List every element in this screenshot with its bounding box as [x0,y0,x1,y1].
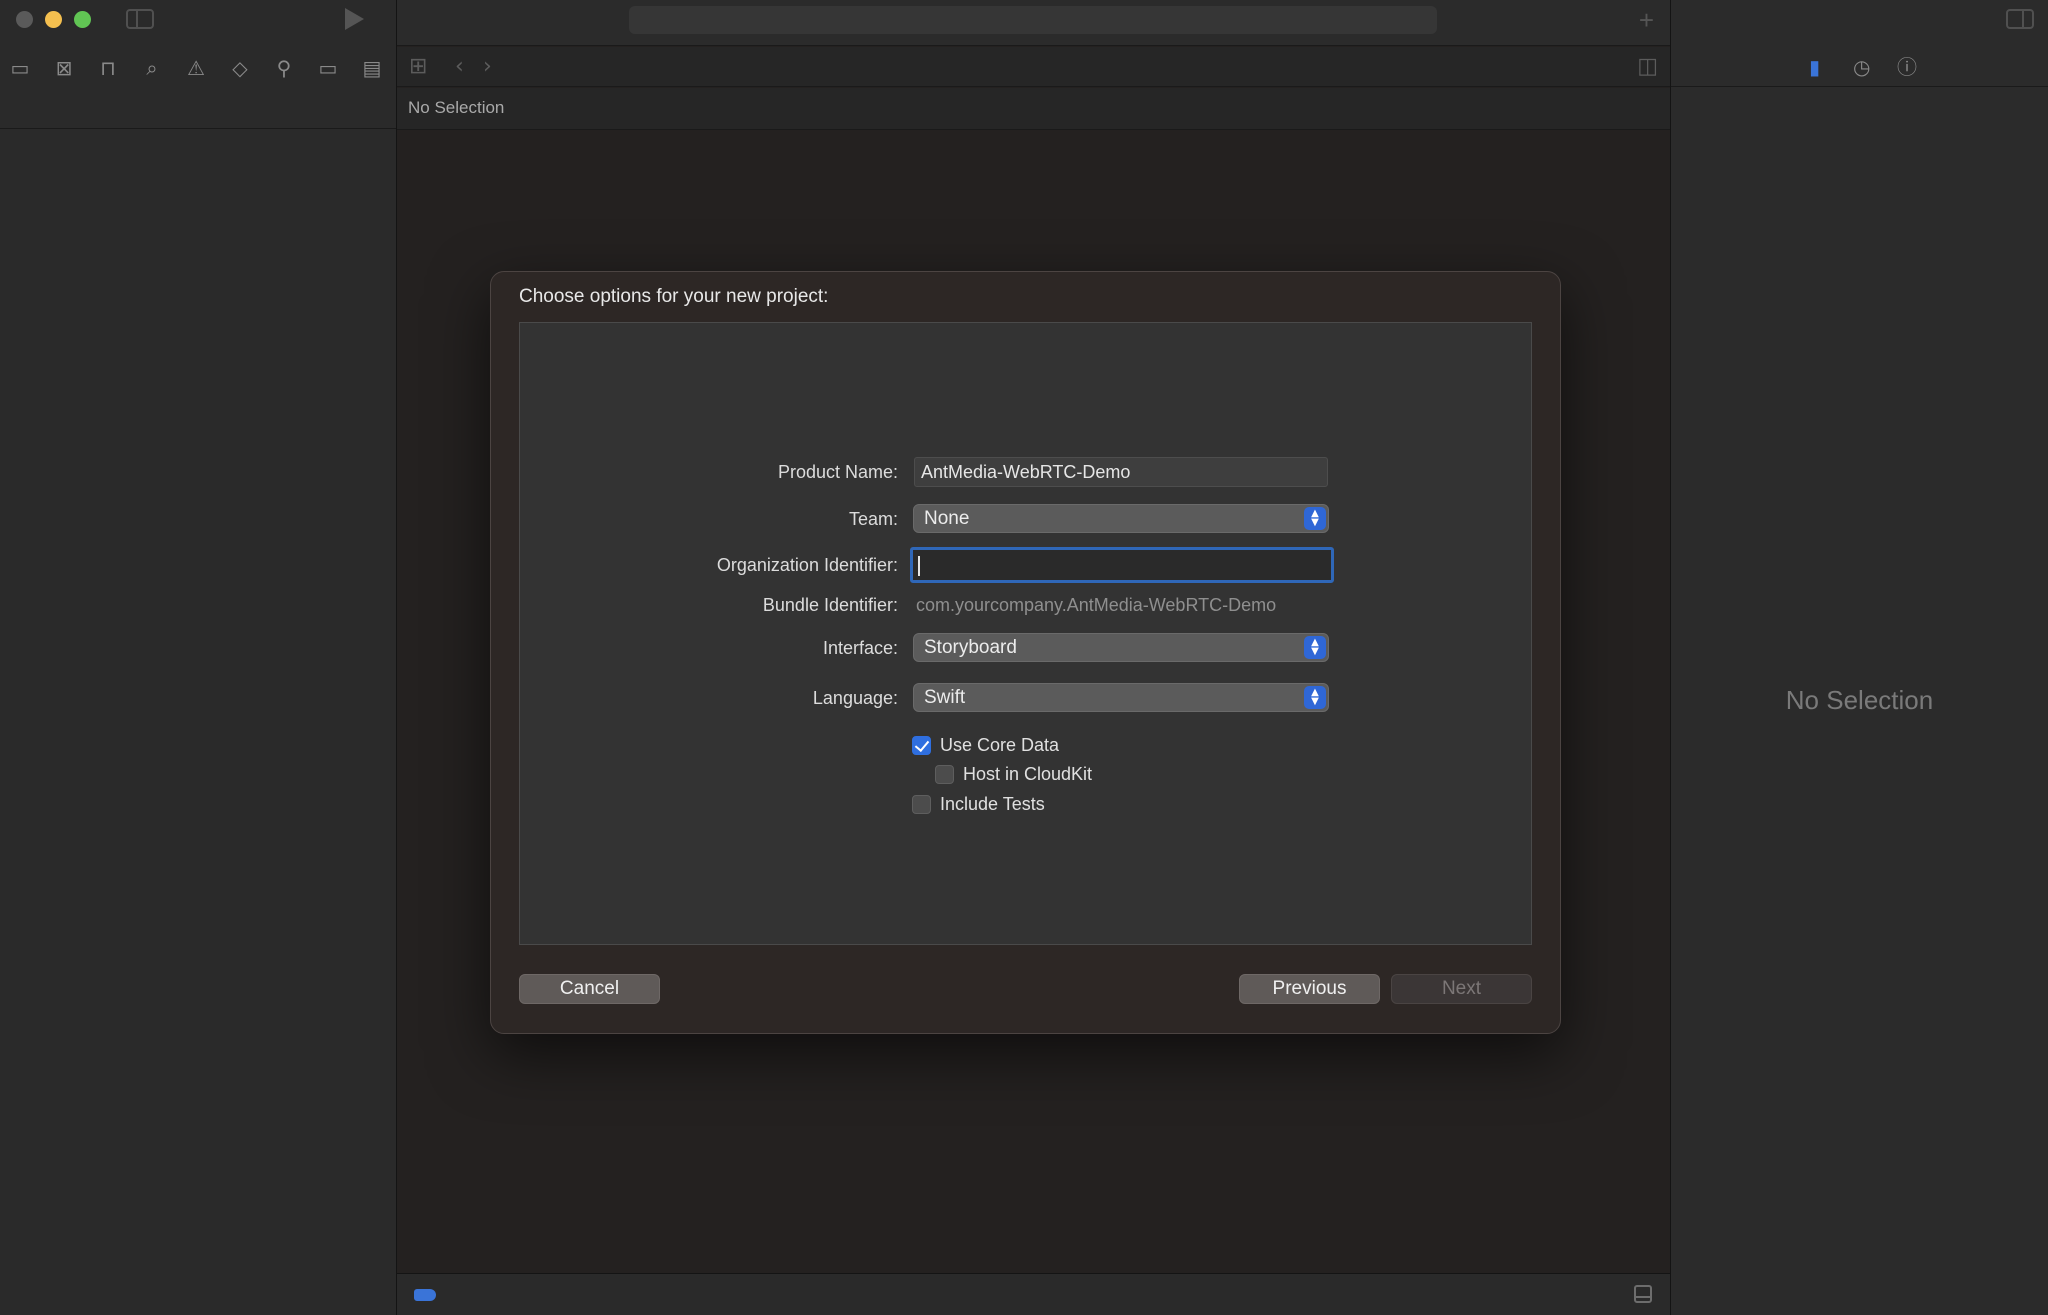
team-popup[interactable]: None ▲ ▼ [913,504,1329,533]
interface-popup-value: Storyboard [924,637,1017,658]
related-items-icon[interactable]: ⊞ [409,51,427,83]
next-button[interactable]: Next [1391,974,1532,1004]
team-popup-value: None [924,508,970,529]
source-control-icon[interactable]: ⊠ [50,52,78,84]
use-core-data-label: Use Core Data [940,735,1060,755]
jump-bar: No Selection [397,88,1670,130]
language-label: Language: [812,688,898,708]
add-icon[interactable]: + [1639,6,1654,34]
interface-popup[interactable]: Storyboard ▲ ▼ [913,633,1329,662]
inspector-pane: ▮ ◷ ⓘ No Selection [1670,0,2048,1315]
console-toggle-icon[interactable] [1634,1285,1652,1303]
checkbox-unchecked-icon[interactable] [935,765,954,784]
window-titlebar [0,0,396,46]
team-label: Team: [848,509,898,529]
include-tests-label: Include Tests [940,794,1045,814]
file-inspector-icon[interactable]: ▮ [1809,54,1820,80]
symbol-icon[interactable]: ⊓ [94,52,122,84]
bundle-identifier-value: com.yourcompany.AntMedia-WebRTC-Demo [916,595,1277,615]
previous-button[interactable]: Previous [1239,974,1380,1004]
inspector-divider [1671,86,2048,87]
warning-icon[interactable]: ⚠ [182,52,210,84]
new-project-options-dialog: Choose options for your new project: Pro… [490,271,1561,1034]
product-name-field[interactable]: AntMedia-WebRTC-Demo [914,457,1328,487]
toolbar: + [397,0,1670,46]
run-icon[interactable] [345,8,364,30]
inspector-empty-label: No Selection [1785,685,1934,715]
checkbox-checked-icon[interactable] [912,736,931,755]
inspector-toggle-icon[interactable] [2006,9,2034,29]
interface-label: Interface: [822,638,898,658]
host-in-cloudkit-label: Host in CloudKit [963,764,1093,784]
bundle-identifier-label: Bundle Identifier: [762,595,898,615]
split-editor-icon[interactable]: ◫ [1637,51,1658,83]
maximize-window-button[interactable] [74,11,91,28]
filter-icon[interactable] [414,1289,436,1301]
report-icon[interactable]: ▤ [358,52,386,84]
checkbox-unchecked-icon[interactable] [912,795,931,814]
forward-icon[interactable]: › [483,51,492,83]
help-icon[interactable]: ⓘ [1897,54,1917,80]
debug-icon[interactable]: ⚲ [270,52,298,84]
cancel-button[interactable]: Cancel [519,974,660,1004]
folder-icon[interactable]: ▭ [6,52,34,84]
search-icon[interactable]: ⌕ [138,52,166,84]
breakpoint-icon[interactable]: ▭ [314,52,342,84]
organization-identifier-label: Organization Identifier: [716,555,898,575]
test-icon[interactable]: ◇ [226,52,254,84]
text-caret [918,556,920,576]
sidebar-toggle-icon[interactable] [126,9,154,29]
dialog-title: Choose options for your new project: [519,286,829,307]
debug-bar [397,1273,1670,1315]
language-popup-value: Swift [924,687,966,708]
product-name-label: Product Name: [777,462,898,482]
navigator-pane: ▭ ⊠ ⊓ ⌕ ⚠ ◇ ⚲ ▭ ▤ [0,0,397,1315]
navigator-toolbar: ▭ ⊠ ⊓ ⌕ ⚠ ◇ ⚲ ▭ ▤ [0,52,396,84]
options-panel: Product Name: AntMedia-WebRTC-Demo Team:… [519,322,1532,945]
language-popup[interactable]: Swift ▲ ▼ [913,683,1329,712]
jump-bar-label: No Selection [408,98,505,117]
history-icon[interactable]: ◷ [1853,54,1870,80]
close-window-button[interactable] [16,11,33,28]
organization-identifier-field[interactable] [910,547,1334,583]
chevron-up-down-icon: ▲ ▼ [1304,686,1326,709]
activity-viewer[interactable] [629,6,1437,34]
navigator-divider [0,128,396,129]
editor-toolbar: ⊞ ‹ › ◫ [397,47,1670,87]
chevron-up-down-icon: ▲ ▼ [1304,636,1326,659]
minimize-window-button[interactable] [45,11,62,28]
chevron-up-down-icon: ▲ ▼ [1304,507,1326,530]
back-icon[interactable]: ‹ [455,51,464,83]
